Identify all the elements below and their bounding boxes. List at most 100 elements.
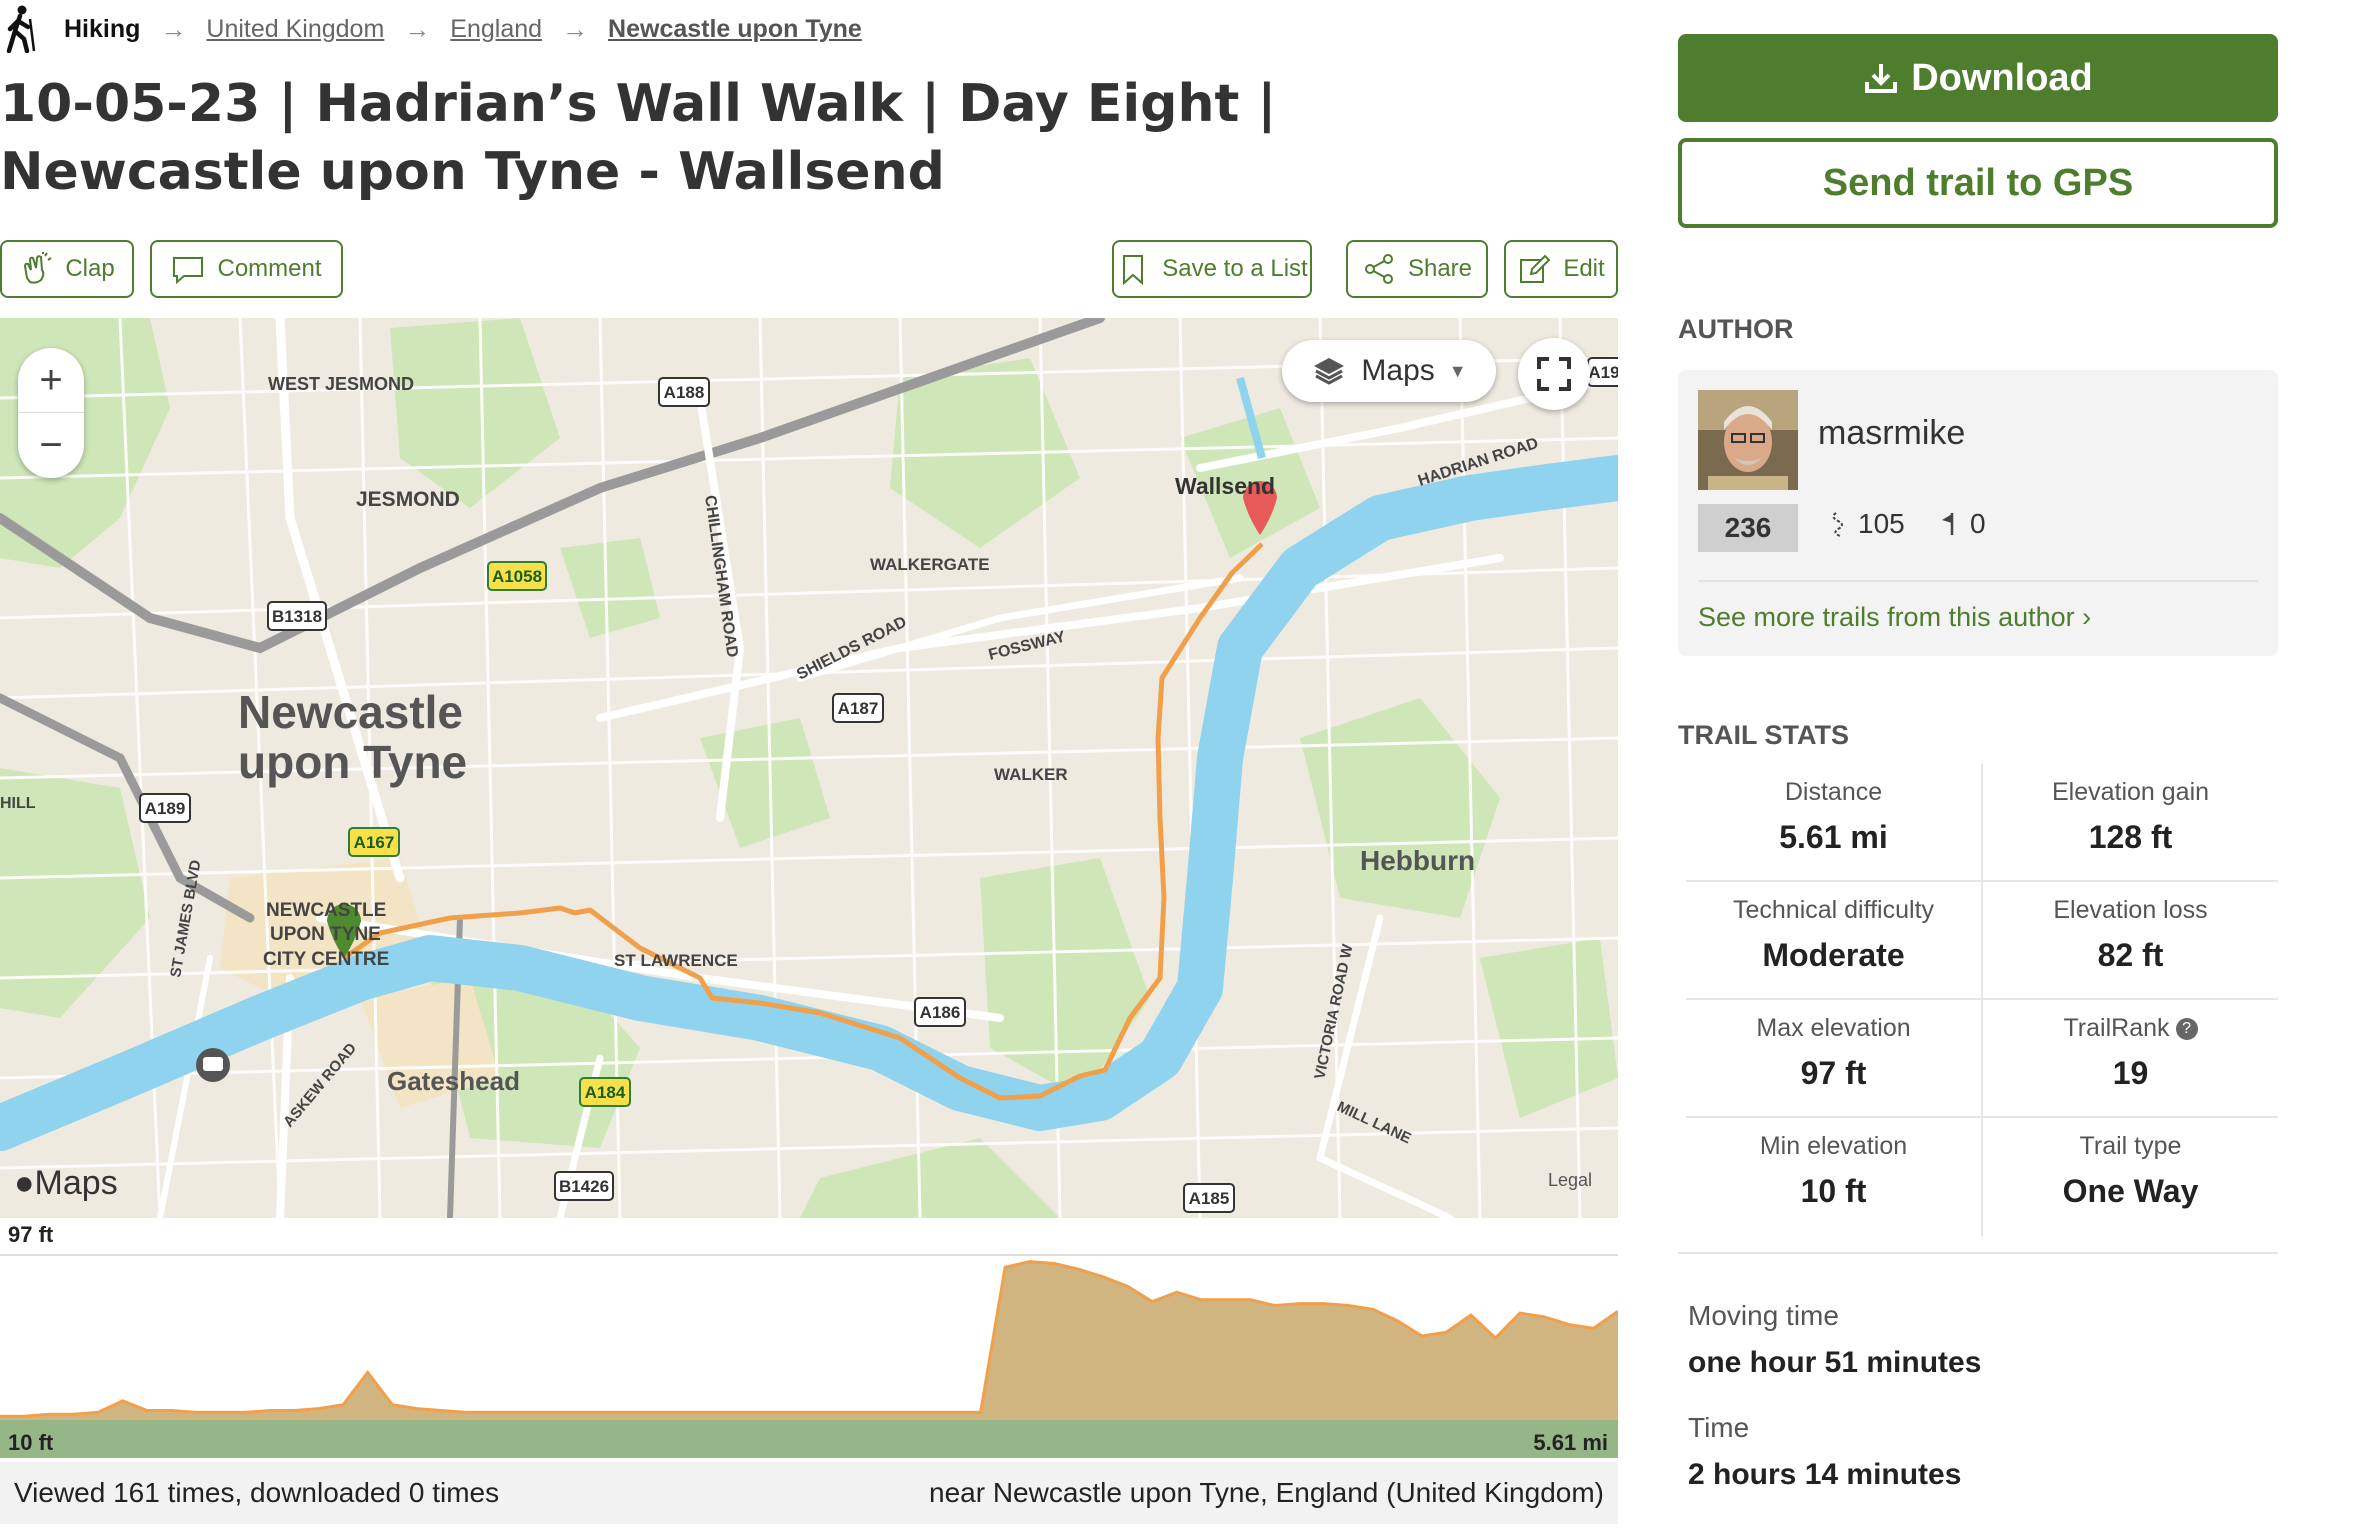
road-shield-a1058: A1058 [487,561,547,591]
trail-map[interactable]: A188 A1058 B1318 A187 A189 A167 A186 A18… [0,318,1618,1218]
author-name[interactable]: masrmike [1818,414,1965,453]
share-icon [1364,254,1393,284]
fullscreen-button[interactable] [1518,338,1590,410]
map-canvas[interactable]: A188 A1058 B1318 A187 A189 A167 A186 A18… [0,318,1618,1218]
comment-icon [173,257,204,285]
stat-trailrank: TrailRank? 19 [1983,1000,2278,1116]
hiker-icon [6,5,36,53]
road-shield-a187: A187 [832,693,884,723]
stats-row: Technical difficulty Moderate Elevation l… [1686,882,2278,1000]
edit-button[interactable]: Edit [1504,240,1618,298]
comment-button[interactable]: Comment [150,240,343,298]
place-label: HILL [0,795,36,812]
trail-icon [1832,512,1843,537]
road-shield-a167: A167 [348,827,400,857]
zoom-control: + − [18,348,84,478]
moving-time-label: Moving time [1688,1300,1839,1331]
stat-label: Technical difficulty [1732,896,1935,924]
stat-label: Min elevation [1759,1132,1908,1160]
caret-down-icon: ▼ [1448,360,1467,381]
view-count: Viewed 161 times, downloaded 0 times [14,1477,500,1508]
legal-link[interactable]: Legal [1548,1170,1592,1191]
share-label: Share [1407,255,1473,282]
more-trails-link[interactable]: See more trails from this author › [1698,602,2091,633]
breadcrumb-city[interactable]: Newcastle upon Tyne [608,15,862,44]
apple-icon: ● [14,1164,35,1202]
author-trail-count: 105 [1828,508,1905,540]
svg-text:A187: A187 [838,699,879,718]
zoom-in-button[interactable]: + [18,348,84,413]
download-button[interactable]: Download [1678,34,2278,122]
svg-text:A189: A189 [145,799,186,818]
stat-min-elevation: Min elevation 10 ft [1686,1118,1983,1236]
moving-time-value: one hour 51 minutes [1688,1346,1982,1379]
road-shield-a189: A189 [139,793,191,823]
arrow-right-icon: → [404,13,431,44]
arrow-right-icon: → [562,13,589,44]
place-label: ST LAWRENCE [614,951,738,970]
place-label: CITY CENTRE [263,949,389,970]
maps-logo-text: Maps [34,1164,118,1202]
stat-max-elevation: Max elevation 97 ft [1686,1000,1983,1116]
help-icon[interactable]: ? [2175,1018,2198,1041]
breadcrumb: Hiking → United Kingdom → England → Newc… [0,5,862,53]
road-shield-b1426: B1426 [554,1171,614,1201]
road-shield-a188: A188 [658,377,710,407]
divider [1678,1252,2278,1254]
stat-value: 128 ft [2088,819,2173,855]
place-label: UPON TYNE [270,924,381,945]
stat-value: 82 ft [2097,937,2164,973]
author-follower-count: 0 [1940,508,1986,540]
elevation-baseline [0,1420,1618,1458]
road-shield-a184: A184 [579,1077,631,1107]
zoom-out-button[interactable]: − [18,413,84,478]
stat-value: 10 ft [1800,1173,1867,1209]
stat-label: Trail type [2079,1132,2182,1160]
svg-text:B1318: B1318 [272,607,322,626]
download-label: Download [1911,56,2093,99]
svg-text:A184: A184 [585,1083,626,1102]
trail-stats-heading: TRAIL STATS [1678,720,1849,750]
page: Hiking → United Kingdom → England → Newc… [0,0,2356,1530]
stat-value: 5.61 mi [1779,819,1888,855]
svg-text:A186: A186 [920,1003,961,1022]
author-card: masrmike 236 105 0 See more trails from … [1678,370,2278,656]
breadcrumb-activity[interactable]: Hiking [64,15,140,44]
author-followers-value: 0 [1970,508,1986,539]
place-label: JESMOND [356,488,460,511]
stat-value: 97 ft [1800,1055,1867,1091]
layers-icon [1314,358,1345,385]
svg-text:A167: A167 [354,833,395,852]
send-to-gps-button[interactable]: Send trail to GPS [1678,138,2278,228]
elevation-profile[interactable]: 97 ft 10 ft 5.61 mi [0,1218,1619,1458]
trail-stats-grid: Distance 5.61 mi Elevation gain 128 ft Tec… [1686,764,2278,1236]
share-button[interactable]: Share [1346,240,1488,298]
time-label: Time [1688,1412,1750,1443]
author-rank-badge: 236 [1698,504,1798,552]
stat-trail-type: Trail type One Way [1983,1118,2278,1236]
time-value: 2 hours 14 minutes [1688,1458,1962,1491]
clap-label: Clap [65,255,115,282]
place-label: upon Tyne [238,736,467,788]
stats-row: Max elevation 97 ft TrailRank? 19 [1686,1000,2278,1118]
save-to-list-button[interactable]: Save to a List [1112,240,1312,298]
stat-value: 19 [2112,1055,2149,1091]
author-avatar[interactable] [1698,390,1798,490]
stat-technical-difficulty: Technical difficulty Moderate [1686,882,1983,998]
edit-icon [1520,254,1551,283]
divider [1698,580,2258,582]
breadcrumb-region[interactable]: England [450,15,542,44]
svg-text:A19: A19 [1588,363,1618,382]
stat-value: One Way [2062,1173,2199,1209]
stat-value: Moderate [1762,937,1905,973]
map-type-button[interactable]: Maps ▼ [1282,340,1496,402]
stats-row: Distance 5.61 mi Elevation gain 128 ft [1686,764,2278,882]
save-to-list-label: Save to a List [1162,255,1308,282]
place-label: Wallsend [1175,473,1275,499]
stat-label: TrailRank [2063,1014,2170,1042]
elevation-chart [0,1254,1619,1458]
elevation-distance-label: 5.61 mi [1533,1430,1608,1455]
clap-button[interactable]: Clap [0,240,134,298]
trail-title: 10-05-23 | Hadrian’s Wall Walk | Day Eig… [0,74,1277,202]
breadcrumb-country[interactable]: United Kingdom [206,15,384,44]
